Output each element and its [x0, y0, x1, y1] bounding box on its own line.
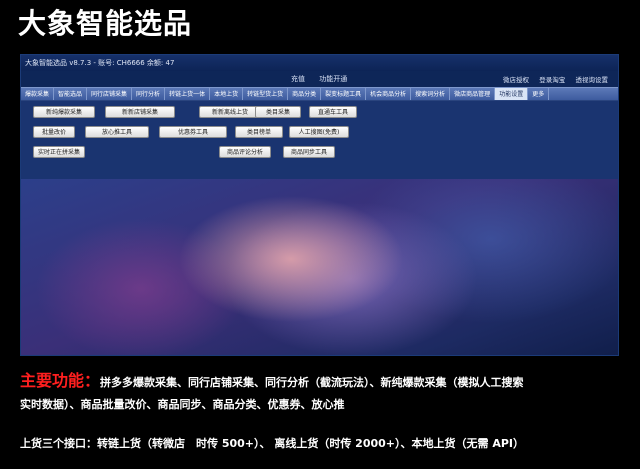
features-line-1: 主要功能：拼多多爆款采集、同行店铺采集、同行分析（截流玩法）、新纯爆款采集（模拟… — [20, 370, 630, 394]
tab-peer-shop-collect[interactable]: 同行店铺采集 — [87, 88, 133, 100]
coupon-tool-button[interactable]: 优惠券工具 — [159, 126, 227, 138]
features-section: 主要功能：拼多多爆款采集、同行店铺采集、同行分析（截流玩法）、新纯爆款采集（模拟… — [20, 370, 630, 416]
tab-search-analysis[interactable]: 搜索词分析 — [411, 88, 451, 100]
upload-interfaces: 上货三个接口：转链上货（转微店 时传 500+）、 离线上货（时传 2000+）… — [20, 437, 524, 450]
features-label: 主要功能： — [20, 371, 101, 390]
recharge-link[interactable]: 充值 — [291, 75, 305, 83]
tool-panel: 新纯爆款采集 新新店铺采集 新新离线上货 类目采集 直通车工具 批量改价 放心推… — [21, 101, 618, 179]
tab-link-type-upload[interactable]: 转链型货上货 — [243, 88, 289, 100]
tab-more[interactable]: 更多 — [528, 88, 550, 100]
app-titlebar: 大象智能选品 v8.7.3 - 账号: CH6666 余额: 47 — [21, 55, 618, 71]
feature-activate-link[interactable]: 功能开通 — [319, 75, 347, 83]
realtime-pin-collect-button[interactable]: 实时正在拼采集 — [33, 146, 85, 158]
tab-local-upload[interactable]: 本地上货 — [210, 88, 244, 100]
express-tool-button[interactable]: 直通车工具 — [309, 106, 357, 118]
tab-hot-collect[interactable]: 爆款采集 — [21, 88, 55, 100]
tab-peer-analysis[interactable]: 同行分析 — [132, 88, 166, 100]
page-heading: 大象智能选品 — [18, 7, 193, 40]
shop-collect-button[interactable]: 新新店铺采集 — [105, 106, 175, 118]
features-text-2: 实时数据）、商品批量改价、商品同步、商品分类、优惠券、放心推 — [20, 398, 345, 411]
category-collect-button[interactable]: 类目采集 — [255, 106, 301, 118]
tab-opportunity-analysis[interactable]: 机会商品分析 — [366, 88, 412, 100]
manual-image-search-button[interactable]: 人工搜图(免费) — [289, 126, 349, 138]
promote-tool-button[interactable]: 放心推工具 — [85, 126, 149, 138]
tab-title-tool[interactable]: 裂变标题工具 — [321, 88, 367, 100]
tab-link-upload[interactable]: 转链上货一体 — [165, 88, 211, 100]
tab-smart-select[interactable]: 智能选品 — [54, 88, 88, 100]
review-analysis-button[interactable]: 商品评论分析 — [219, 146, 271, 158]
app-window: 大象智能选品 v8.7.3 - 账号: CH6666 余额: 47 充值 功能开… — [20, 54, 619, 356]
features-text-1: 拼多多爆款采集、同行店铺采集、同行分析（截流玩法）、新纯爆款采集（模拟人工搜索 — [100, 376, 524, 389]
batch-price-button[interactable]: 批量改价 — [33, 126, 75, 138]
product-sync-button[interactable]: 商品同步工具 — [283, 146, 335, 158]
offline-upload-button[interactable]: 新新离线上货 — [199, 106, 261, 118]
app-topbar: 充值 功能开通 微店授权 登录淘宝 透视询设置 — [21, 71, 618, 87]
main-tabs: 爆款采集 智能选品 同行店铺采集 同行分析 转链上货一体 本地上货 转链型货上货… — [21, 87, 618, 101]
taobao-login-link[interactable]: 登录淘宝 — [539, 76, 565, 84]
app-background-area — [21, 179, 618, 355]
tab-product-category[interactable]: 商品分类 — [288, 88, 322, 100]
weidian-auth-link[interactable]: 微店授权 — [503, 76, 529, 84]
perspective-settings-link[interactable]: 透视询设置 — [576, 76, 609, 84]
tab-settings[interactable]: 功能设置 — [495, 88, 529, 100]
tab-weidian-manage[interactable]: 微店商品管理 — [450, 88, 496, 100]
pure-hot-collect-button[interactable]: 新纯爆款采集 — [33, 106, 95, 118]
category-rank-button[interactable]: 类目榜单 — [235, 126, 283, 138]
